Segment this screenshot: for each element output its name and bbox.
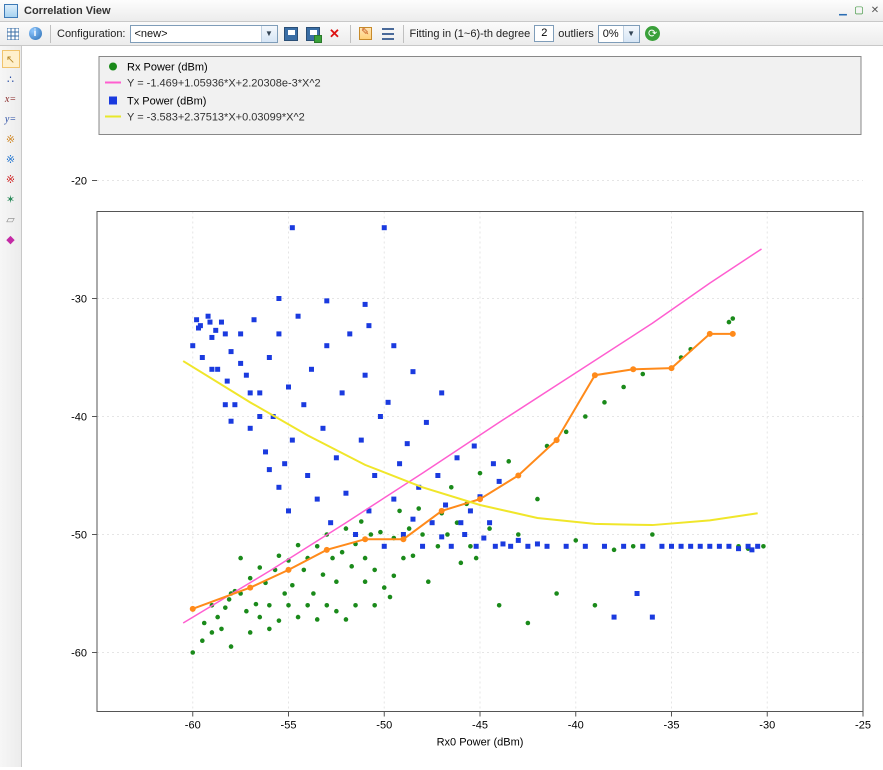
select-arrow-tool[interactable]: ↖ (2, 50, 20, 68)
svg-text:-40: -40 (71, 412, 87, 424)
svg-text:-50: -50 (71, 530, 87, 542)
configuration-combo[interactable]: <new> ▼ (130, 25, 278, 43)
outliers-label: outliers (558, 28, 593, 40)
outliers-combo[interactable]: 0% ▼ (598, 25, 640, 43)
svg-text:-35: -35 (664, 720, 680, 732)
y-equals-tool[interactable]: y= (2, 110, 20, 128)
svg-text:-40: -40 (568, 720, 584, 732)
svg-text:Tx Power (dBm): Tx Power (dBm) (127, 96, 206, 108)
configuration-value: <new> (131, 28, 261, 40)
svg-text:-50: -50 (376, 720, 392, 732)
list-icon[interactable] (379, 25, 397, 43)
outliers-value: 0% (599, 28, 623, 40)
info-icon[interactable]: i (26, 25, 44, 43)
grid-icon[interactable] (4, 25, 22, 43)
svg-text:-30: -30 (71, 294, 87, 306)
window-title: Correlation View (24, 5, 111, 17)
x-equals-tool[interactable]: x= (2, 90, 20, 108)
svg-text:-45: -45 (472, 720, 488, 732)
svg-text:-55: -55 (281, 720, 297, 732)
svg-text:-30: -30 (759, 720, 775, 732)
app-icon (4, 4, 18, 18)
svg-text:-60: -60 (71, 648, 87, 660)
tool-palette: ↖ ∴ x= y= ※ ※ ※ ✶ ▱ ◆ (0, 46, 22, 767)
minimize-icon[interactable]: ▁ (836, 4, 850, 18)
eraser-tool[interactable]: ▱ (2, 210, 20, 228)
fitting-label: Fitting in (1~6)-th degree (410, 28, 531, 40)
svg-text:-20: -20 (71, 176, 87, 188)
svg-text:Y = -1.469+1.05936*X+2.20308e-: Y = -1.469+1.05936*X+2.20308e-3*X^2 (127, 78, 321, 90)
chart-area[interactable]: -60 -55 -50 -45 -40 -35 -30 -25 -60 -50 -40 -30 -20 R… (22, 46, 883, 767)
maximize-icon[interactable]: ▢ (852, 4, 866, 18)
fit-orange-tool[interactable]: ※ (2, 130, 20, 148)
fit-blue-tool[interactable]: ※ (2, 150, 20, 168)
svg-text:Rx Power (dBm): Rx Power (dBm) (127, 62, 208, 74)
scatter-style-tool[interactable]: ∴ (2, 70, 20, 88)
save-as-icon[interactable] (304, 25, 322, 43)
help-book-tool[interactable]: ◆ (2, 230, 20, 248)
configuration-label: Configuration: (57, 28, 126, 40)
refresh-icon[interactable]: ⟳ (644, 25, 662, 43)
svg-text:-60: -60 (185, 720, 201, 732)
title-bar: Correlation View ▁ ▢ ✕ (0, 0, 883, 22)
svg-text:Rx0 Power (dBm): Rx0 Power (dBm) (437, 737, 524, 749)
fit-red-tool[interactable]: ※ (2, 170, 20, 188)
chevron-down-icon: ▼ (261, 26, 277, 42)
chevron-down-icon: ▼ (623, 26, 639, 42)
svg-text:Y = -3.583+2.37513*X+0.03099*X: Y = -3.583+2.37513*X+0.03099*X^2 (127, 112, 305, 124)
fitting-degree-input[interactable]: 2 (534, 25, 554, 42)
close-icon[interactable]: ✕ (868, 4, 882, 18)
toolbar: i Configuration: <new> ▼ ✕ Fitting in (1… (0, 22, 883, 46)
options-icon[interactable] (357, 25, 375, 43)
centroid-tool[interactable]: ✶ (2, 190, 20, 208)
svg-text:-25: -25 (855, 720, 871, 732)
delete-icon[interactable]: ✕ (326, 25, 344, 43)
save-icon[interactable] (282, 25, 300, 43)
